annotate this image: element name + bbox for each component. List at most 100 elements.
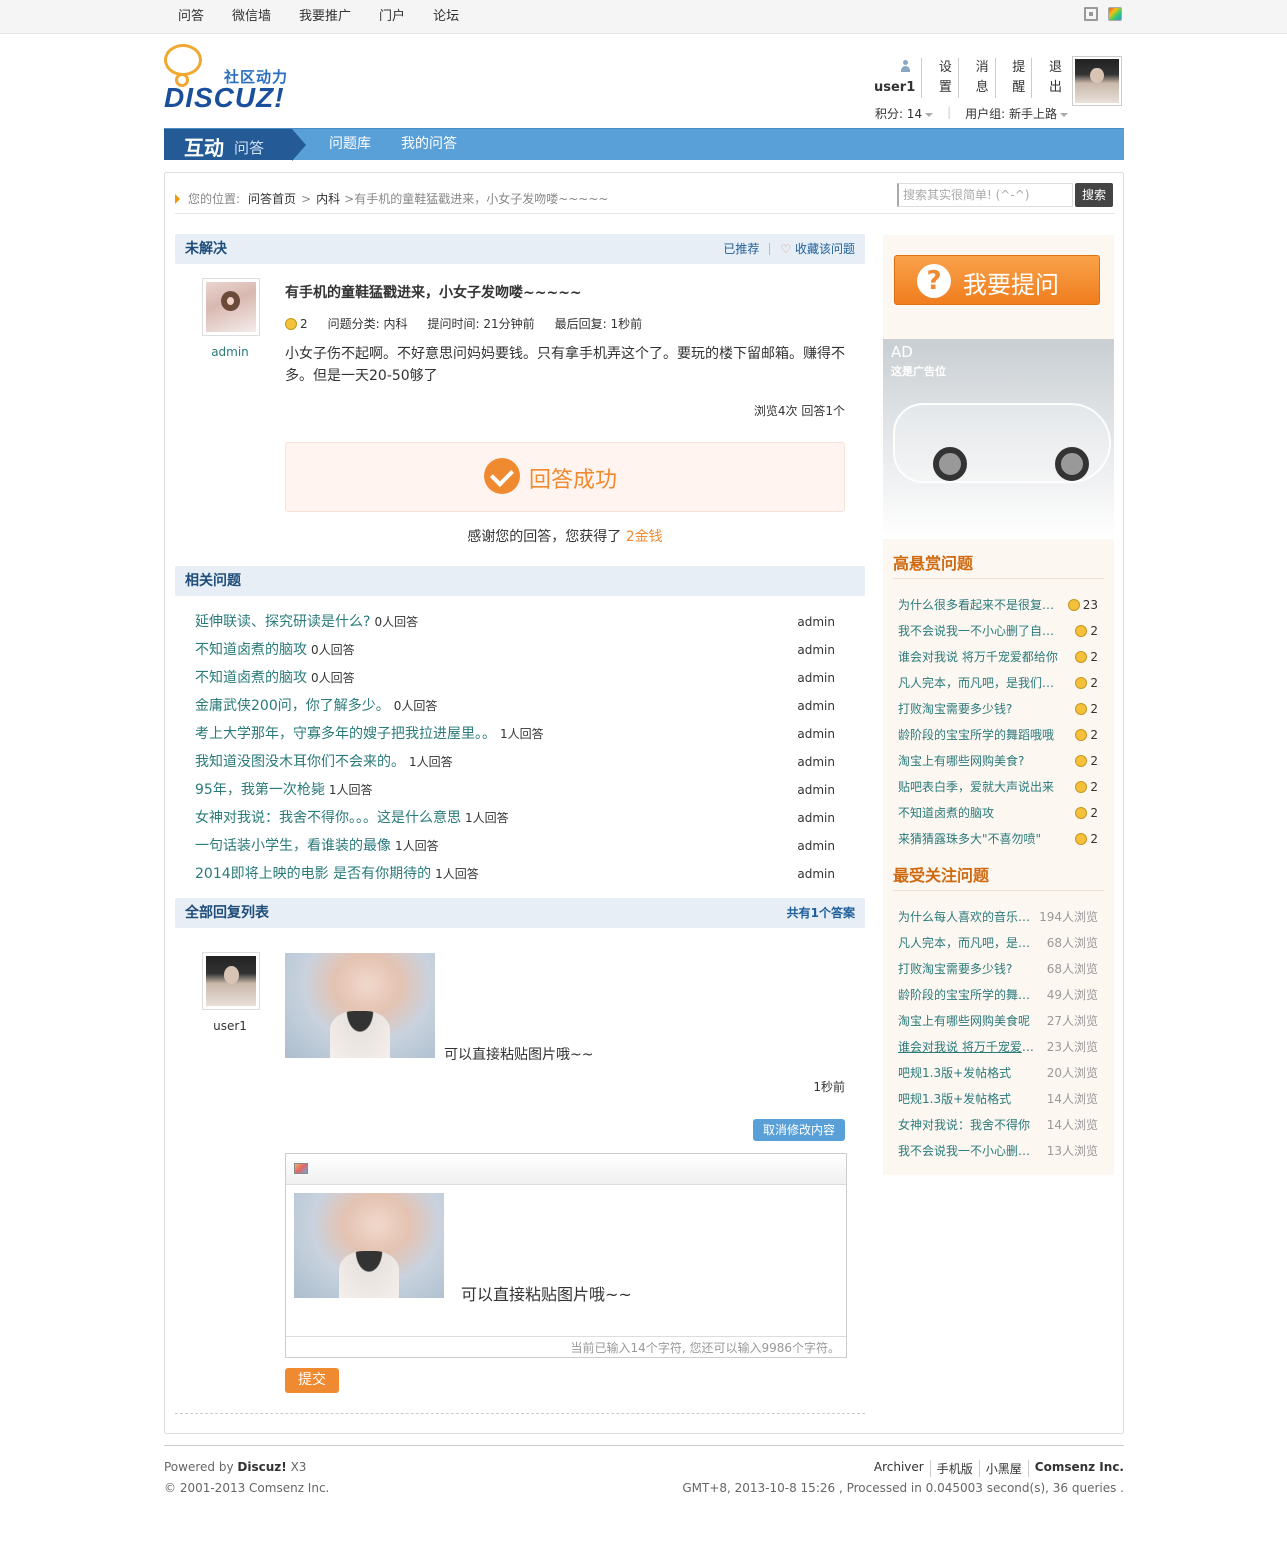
reward-question-link[interactable]: 龄阶段的宝宝所学的舞蹈哦哦 [898, 725, 1054, 745]
logout-link[interactable]: 退出 [1031, 58, 1068, 98]
search-button[interactable]: 搜索 [1075, 183, 1113, 207]
hot-question-link[interactable]: 淘宝上有哪些网购美食呢 [898, 1011, 1030, 1031]
replies-count: 共有1个答案 [786, 906, 855, 920]
reward-question-link[interactable]: 贴吧表白季，爱就大声说出来 [898, 777, 1054, 797]
related-author[interactable]: admin [797, 667, 835, 689]
discuz-link[interactable]: Discuz! [237, 1460, 286, 1474]
reward-question-link[interactable]: 谁会对我说 将万千宠爱都给你 [898, 647, 1058, 667]
related-question-link[interactable]: 女神对我说：我舍不得你。。。这是什么意思 [195, 810, 461, 826]
topnav-item-promote[interactable]: 我要推广 [285, 0, 365, 34]
related-author[interactable]: admin [797, 807, 835, 829]
ad-banner[interactable]: AD 这是广告位 [883, 339, 1114, 539]
color-theme-icon[interactable] [1108, 7, 1122, 21]
user-bar: user1 设置 消息 提醒 退出 积分: 14 | 用户组: 新手上路 [858, 58, 1068, 122]
related-question-link[interactable]: 一句话装小学生，看谁装的最像 [195, 838, 391, 854]
fullscreen-icon[interactable] [1084, 7, 1098, 21]
list-item: 我不会说我一不小心删了自己的13人浏览 [898, 1141, 1098, 1167]
insert-image-icon[interactable] [294, 1163, 308, 1174]
hot-question-link[interactable]: 凡人完本，而凡吧，是我们的家 [898, 933, 1038, 953]
hot-question-link[interactable]: 打败淘宝需要多少钱? [898, 959, 1012, 979]
asker-name[interactable]: admin [195, 345, 265, 359]
search-input[interactable]: 搜索其实很简单! (^-^) [897, 183, 1073, 207]
favorite-link[interactable]: ♡ 收藏该问题 [780, 234, 855, 264]
ask-question-button[interactable]: ? 我要提问 [894, 255, 1100, 305]
topnav-item-weixinqiang[interactable]: 微信墙 [218, 0, 285, 34]
divider [769, 243, 771, 255]
reward-question-link[interactable]: 我不会说我一不小心删了自己的 [898, 621, 1058, 641]
list-item: 谁会对我说 将万千宠爱都给你 2 [898, 647, 1098, 673]
related-author[interactable]: admin [797, 611, 835, 633]
mobile-link[interactable]: 手机版 [929, 1460, 979, 1477]
nav-my-questions[interactable]: 我的问答 [386, 129, 472, 160]
editor-image [294, 1193, 444, 1298]
related-author[interactable]: admin [797, 863, 835, 885]
chevron-down-icon [1060, 112, 1068, 117]
bottle-motorcycle-image [893, 403, 1111, 483]
related-author[interactable]: admin [797, 779, 835, 801]
list-item: 打败淘宝需要多少钱? 2 [898, 699, 1098, 725]
related-question-link[interactable]: 不知道卤煮的脑攻 [195, 670, 307, 686]
submit-button[interactable]: 提交 [285, 1368, 339, 1393]
reward-question-link[interactable]: 来猜猜露珠多大"不喜勿喷" [898, 829, 1041, 849]
breadcrumb-home[interactable]: 问答首页 [248, 190, 296, 207]
related-question-link[interactable]: 金庸武侠200问，你了解多少。 [195, 698, 390, 714]
topnav-item-forum[interactable]: 论坛 [419, 0, 473, 34]
related-question-link[interactable]: 不知道卤煮的脑攻 [195, 642, 307, 658]
hot-question-link[interactable]: 女神对我说：我舍不得你 [898, 1115, 1030, 1135]
related-question-link[interactable]: 我知道没图没木耳你们不会来的。 [195, 754, 405, 770]
cancel-edit-button[interactable]: 取消修改内容 [753, 1119, 845, 1141]
qa-brand[interactable]: 互动 问答 [164, 129, 306, 161]
hot-question-link[interactable]: 吧规1.3版+发帖格式 [898, 1063, 1011, 1083]
related-author[interactable]: admin [797, 695, 835, 717]
notifications-link[interactable]: 提醒 [994, 58, 1032, 98]
topnav-item-wenda[interactable]: 问答 [164, 0, 218, 34]
blacklist-link[interactable]: 小黑屋 [978, 1460, 1028, 1477]
hot-question-link[interactable]: 龄阶段的宝宝所学的舞蹈哦 [898, 985, 1038, 1005]
hot-question-link[interactable]: 吧规1.3版+发帖格式 [898, 1089, 1011, 1109]
related-question-link[interactable]: 考上大学那年，守寡多年的嫂子把我拉进屋里。。 [195, 726, 496, 742]
breadcrumb-category[interactable]: 内科 [316, 190, 340, 207]
related-author[interactable]: admin [797, 639, 835, 661]
related-question-link[interactable]: 延伸联读、探究研读是什么? [195, 614, 370, 630]
nav-question-library[interactable]: 问题库 [314, 129, 386, 160]
list-item: 考上大学那年，守寡多年的嫂子把我拉进屋里。。 1人回答 admin [195, 723, 835, 751]
related-author[interactable]: admin [797, 723, 835, 745]
points-menu[interactable]: 积分: 14 [875, 105, 934, 122]
reward-question-link[interactable]: 不知道卤煮的脑攻 [898, 803, 994, 823]
reward-question-link[interactable]: 淘宝上有哪些网购美食? [898, 751, 1024, 771]
related-list: 延伸联读、探究研读是什么? 0人回答 admin 不知道卤煮的脑攻 0人回答 admin… [195, 611, 835, 891]
usergroup-menu[interactable]: 用户组: 新手上路 [965, 105, 1068, 122]
archiver-link[interactable]: Archiver [868, 1460, 930, 1477]
question-status: 未解决 [185, 241, 227, 257]
question-asked-time: 提问时间: 21分钟前 [427, 317, 535, 331]
hot-question-link[interactable]: 谁会对我说 将万千宠爱都给你 [898, 1037, 1038, 1057]
reward-question-link[interactable]: 为什么很多看起来不是很复杂的网站 [898, 595, 1058, 615]
editor-toolbar [286, 1154, 846, 1185]
reward-amount: 2金钱 [625, 529, 663, 545]
hot-question-link[interactable]: 我不会说我一不小心删了自己的 [898, 1141, 1038, 1161]
comsenz-link[interactable]: Comsenz Inc. [1027, 1460, 1124, 1477]
recommended-link[interactable]: 已推荐 [723, 234, 759, 264]
header-avatar[interactable] [1072, 56, 1122, 106]
related-question-link[interactable]: 95年，我第一次枪毙 [195, 782, 325, 798]
reward-question-link[interactable]: 凡人完本，而凡吧，是我们的家 [898, 673, 1058, 693]
username-link[interactable]: user1 [858, 58, 921, 98]
asker-avatar[interactable] [202, 278, 260, 336]
settings-link[interactable]: 设置 [921, 58, 958, 98]
hot-questions-list: 为什么每人喜欢的音乐都不一样194人浏览 凡人完本，而凡吧，是我们的家68人浏览… [898, 907, 1098, 1167]
messages-link[interactable]: 消息 [957, 58, 995, 98]
related-author[interactable]: admin [797, 751, 835, 773]
site-logo[interactable]: 社区动力 DISCUZ! [164, 44, 304, 114]
related-author[interactable]: admin [797, 835, 835, 857]
replier-avatar[interactable] [202, 952, 260, 1010]
related-question-link[interactable]: 2014即将上映的电影 是否有你期待的 [195, 866, 431, 882]
success-message: 回答成功 [529, 468, 618, 493]
editor-text[interactable]: 可以直接粘贴图片哦~~ [461, 1281, 632, 1305]
topnav-item-portal[interactable]: 门户 [365, 0, 419, 34]
reward-question-link[interactable]: 打败淘宝需要多少钱? [898, 699, 1012, 719]
replier-name[interactable]: user1 [195, 1019, 265, 1033]
list-item: 贴吧表白季，爱就大声说出来 2 [898, 777, 1098, 803]
hot-question-link[interactable]: 为什么每人喜欢的音乐都不一样 [898, 907, 1038, 927]
reply-editor[interactable]: 可以直接粘贴图片哦~~ 当前已输入14个字符, 您还可以输入9986个字符。 [285, 1153, 847, 1358]
copyright: © 2001-2013 Comsenz Inc. [164, 1481, 330, 1495]
